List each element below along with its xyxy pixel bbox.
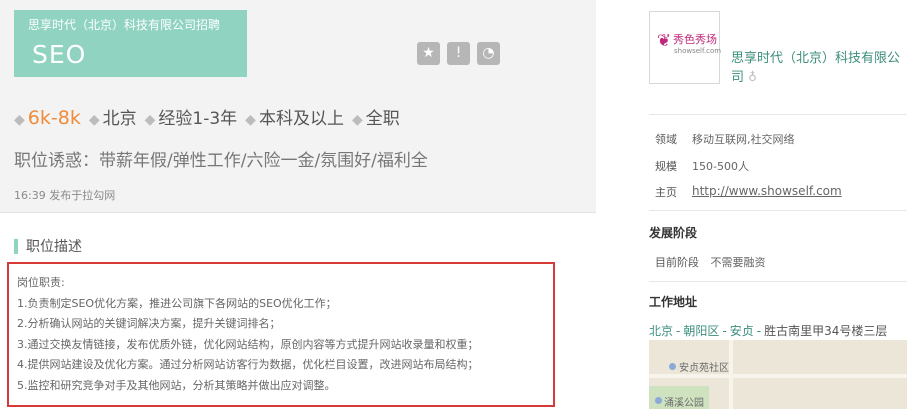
- map-label: 涌溪公园: [664, 398, 704, 409]
- work-address: 北京 - 朝阳区 - 安贞 - 胜古南里甲34号楼三层: [649, 322, 887, 339]
- responsibility-item: 2.分析确认网站的关键词解决方案，提升关键词排名；: [17, 317, 281, 331]
- map-road: [729, 340, 733, 409]
- tag-city: ◆ 北京: [89, 104, 137, 129]
- logo-en-text: showself.com: [674, 47, 722, 55]
- job-tags: ◆ 6k-8k ◆ 北京 ◆ 经验1-3年 ◆ 本科及以上 ◆ 全职: [14, 104, 408, 129]
- showself-logo-icon: ❦: [656, 31, 672, 51]
- tag-experience: ◆ 经验1-3年: [145, 104, 238, 129]
- tag-icon: ◆: [14, 112, 25, 128]
- stage-value: 不需要融资: [710, 256, 766, 269]
- responsibility-item: 1.负责制定SEO优化方案，推进公司旗下各网站的SEO优化工作；: [17, 296, 337, 310]
- job-title-block: 思享时代（北京）科技有限公司招聘 SEO: [14, 10, 247, 77]
- description-heading: 职位描述: [14, 236, 82, 256]
- tag-icon: ◆: [144, 112, 156, 128]
- tag-education: ◆ 本科及以上: [245, 104, 344, 129]
- responsibility-item: 5.监控和研究竞争对手及其他网站，分析其策略并做出应对调整。: [17, 378, 336, 392]
- star-icon[interactable]: ★: [417, 42, 440, 65]
- job-actions: ★ ! ◔: [417, 42, 500, 65]
- company-logo[interactable]: ❦ 秀色秀场 showself.com: [649, 11, 722, 84]
- experience-value: 经验1-3年: [158, 109, 238, 129]
- location-map[interactable]: 安贞苑社区 涌溪公园: [649, 340, 907, 409]
- address-district-link[interactable]: 朝阳区: [683, 324, 719, 338]
- map-label: 安贞苑社区: [679, 363, 729, 374]
- company-field-row: 领域 移动互联网,社交网络: [655, 131, 795, 147]
- tag-icon: ◆: [245, 112, 256, 128]
- education-value: 本科及以上: [258, 109, 344, 129]
- tag-icon: ◆: [351, 112, 363, 128]
- map-poi-icon: [655, 397, 662, 404]
- address-city-link[interactable]: 北京: [649, 324, 673, 338]
- address-separator: -: [722, 324, 727, 338]
- field-value: 移动互联网,社交网络: [692, 133, 795, 146]
- city-value: 北京: [102, 109, 137, 129]
- company-homepage-row: 主页 http://www.showself.com: [655, 184, 842, 200]
- address-heading: 工作地址: [649, 295, 698, 309]
- job-type-value: 全职: [365, 109, 400, 129]
- certified-badge-icon: ♁: [748, 70, 757, 84]
- responsibilities-title: 岗位职责:: [17, 276, 65, 289]
- company-recruit-label[interactable]: 思享时代（北京）科技有限公司招聘: [28, 16, 220, 33]
- address-street: 胜古南里甲34号楼三层: [764, 324, 888, 338]
- homepage-label: 主页: [655, 186, 677, 199]
- publish-time: 16:39: [14, 189, 46, 202]
- stage-label: 目前阶段: [655, 256, 699, 269]
- job-title: SEO: [32, 40, 87, 69]
- description-heading-text: 职位描述: [26, 239, 82, 255]
- publish-info: 16:39 发布于拉勾网: [14, 187, 115, 203]
- heading-accent-bar: [14, 238, 18, 254]
- report-warning-icon[interactable]: !: [447, 42, 470, 65]
- scale-label: 规模: [655, 160, 677, 173]
- company-divider: [649, 281, 907, 282]
- tag-job-type: ◆ 全职: [352, 104, 400, 129]
- address-area-link[interactable]: 安贞: [730, 324, 754, 338]
- company-name-link[interactable]: 思享时代（北京）科技有限公司 ♁: [731, 49, 907, 87]
- job-temptation: 职位诱惑：带薪年假/弹性工作/六险一金/氛围好/福利全: [14, 151, 428, 171]
- stage-heading: 发展阶段: [649, 226, 698, 240]
- company-scale-row: 规模 150-500人: [655, 158, 749, 174]
- responsibility-item: 4.提供网站建设及优化方案。通过分析网站访客行为数据，优化栏目设置，改进网站布局…: [17, 358, 479, 372]
- stage-row: 目前阶段 不需要融资: [655, 254, 766, 270]
- map-poi-icon: [669, 363, 676, 370]
- map-road: [649, 374, 907, 378]
- wechat-icon[interactable]: ◔: [477, 42, 500, 65]
- tag-salary: ◆ 6k-8k: [14, 107, 81, 129]
- responsibility-item: 3.通过交换友情链接，发布优质外链，优化网站结构，原创内容等方式提升网站收录量和…: [17, 337, 479, 351]
- company-divider: [649, 114, 907, 115]
- logo-cn-text: 秀色秀场: [673, 33, 717, 46]
- address-separator: -: [676, 324, 681, 338]
- address-separator: -: [756, 324, 762, 338]
- homepage-link[interactable]: http://www.showself.com: [692, 184, 842, 200]
- salary-value: 6k-8k: [27, 107, 81, 129]
- publish-source: 发布于拉勾网: [49, 189, 116, 202]
- field-label: 领域: [655, 133, 677, 146]
- tag-icon: ◆: [88, 112, 100, 128]
- scale-value: 150-500人: [692, 160, 749, 173]
- responsibilities-box: 岗位职责: 1.负责制定SEO优化方案，推进公司旗下各网站的SEO优化工作； 2…: [7, 262, 555, 407]
- company-divider: [649, 210, 907, 211]
